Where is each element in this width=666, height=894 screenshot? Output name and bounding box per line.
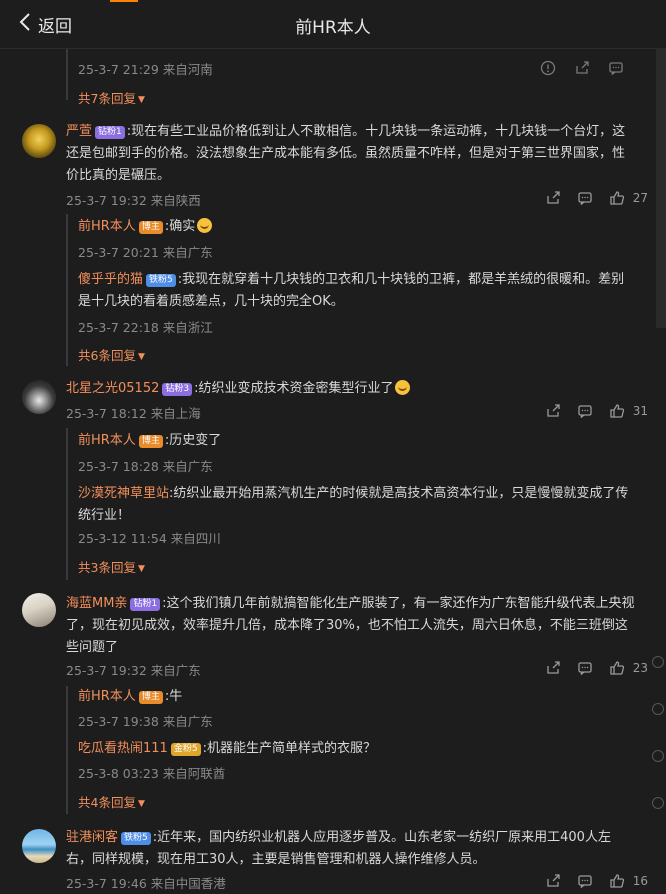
- comment-text: 海蓝MM亲 钻粉1:这个我们镇几年前就搞智能化生产服装了，有一家还作为广东智能升级…: [66, 596, 635, 655]
- fan-badge: 铁粉5: [121, 832, 151, 845]
- like-count: 16: [632, 874, 648, 888]
- comment-actions: 16: [545, 873, 648, 889]
- top-navigation-bar: 返回 前HR本人: [0, 0, 666, 49]
- reply-username[interactable]: 前HR本人: [78, 219, 136, 234]
- like-count: 23: [632, 661, 648, 675]
- fan-badge: 钻粉3: [162, 383, 193, 396]
- comment-icon[interactable]: [577, 660, 593, 676]
- reply-meta: 25-3-7 18:28 来自广东: [78, 459, 213, 474]
- comment-username[interactable]: 海蓝MM亲: [66, 596, 127, 611]
- comment-text: 严萱 钻粉1:现在有些工业品价格低到让人不敢相信。十几块钱一条运动裤，十几块钱一个…: [66, 121, 636, 187]
- share-icon[interactable]: [545, 873, 561, 889]
- reply-username[interactable]: 吃瓜看热闹111: [78, 741, 168, 756]
- avatar[interactable]: [22, 380, 56, 414]
- comment-meta: 25-3-7 18:12 来自上海: [66, 406, 201, 421]
- fan-badge: 金粉5: [170, 743, 201, 756]
- comment-username[interactable]: 驻港闲客: [66, 830, 118, 845]
- avatar[interactable]: [22, 829, 56, 863]
- comment-meta: 25-3-7 19:32 来自广东: [66, 663, 201, 678]
- comment-icon[interactable]: [608, 60, 624, 76]
- blogger-badge: 博主: [138, 691, 163, 704]
- share-icon[interactable]: [545, 190, 561, 206]
- comment-icon[interactable]: [577, 190, 593, 206]
- reply-text: 沙漠死神草里站:纺织业最开始用蒸汽机生产的时候就是高技术高资本行业，只是慢慢就变…: [78, 486, 629, 523]
- reply-text: 前HR本人 博主:历史变了: [78, 433, 222, 448]
- comment-body: :现在有些工业品价格低到让人不敢相信。十几块钱一条运动裤，十几块钱一个台灯，这还…: [66, 124, 626, 183]
- partial-reply-meta: 25-3-7 21:29 来自河南: [78, 62, 213, 77]
- like-button[interactable]: 27: [609, 190, 648, 206]
- more-replies-link[interactable]: 共6条回复 ▼: [78, 345, 145, 364]
- reply-username[interactable]: 前HR本人: [78, 433, 136, 448]
- comment-icon[interactable]: [577, 873, 593, 889]
- comment-meta: 25-3-7 19:46 来自中国香港: [66, 876, 226, 891]
- laugh-emoji-icon: [395, 380, 411, 395]
- like-button[interactable]: 23: [609, 660, 648, 676]
- share-icon[interactable]: [545, 403, 561, 419]
- like-button[interactable]: 16: [609, 873, 648, 889]
- avatar[interactable]: [22, 593, 56, 627]
- comment-icon[interactable]: [577, 403, 593, 419]
- reply-block: 前HR本人 博主:历史变了 25-3-7 18:28 来自广东 沙漠死神草里站:纺…: [66, 428, 634, 580]
- comment-meta: 25-3-7 19:32 来自陕西: [66, 193, 201, 208]
- comment-actions: 27: [545, 190, 648, 206]
- partial-reply-actions: [540, 60, 624, 76]
- report-icon[interactable]: [540, 60, 556, 76]
- reply-meta: 25-3-12 11:54 来自四川: [78, 531, 221, 546]
- comment-username[interactable]: 严萱: [66, 124, 92, 139]
- fan-badge: 钻粉1: [130, 598, 161, 611]
- blogger-badge: 博主: [138, 435, 163, 448]
- thumbs-up-icon: [609, 873, 625, 889]
- thumbs-up-icon: [609, 403, 625, 419]
- comment-text: 驻港闲客 铁粉5:近年来，国内纺织业机器人应用逐步普及。山东老家一纺织厂原来用工4…: [66, 830, 611, 867]
- more-replies-link[interactable]: 共3条回复 ▼: [78, 557, 145, 576]
- reply-block: 前HR本人 博主:确实 25-3-7 20:21 来自广东 傻乎乎的猫 铁粉5:我现…: [66, 214, 634, 366]
- comment-text: 北星之光05152 钻粉3:纺织业变成技术资金密集型行业了: [66, 378, 636, 400]
- reply-meta: 25-3-8 03:23 来自阿联酋: [78, 766, 226, 781]
- reply-username[interactable]: 傻乎乎的猫: [78, 272, 143, 287]
- share-icon[interactable]: [545, 660, 561, 676]
- comment-username[interactable]: 北星之光05152: [66, 381, 159, 396]
- reply-text: 前HR本人 博主:牛: [78, 689, 183, 704]
- like-side-icon[interactable]: [652, 750, 664, 762]
- comment-actions: 23: [545, 660, 648, 676]
- page-title: 前HR本人: [295, 18, 371, 38]
- more-replies-link[interactable]: 共7条回复 ▼: [78, 88, 145, 107]
- share-icon[interactable]: [574, 60, 590, 76]
- reply-text: 吃瓜看热闹111 金粉5:机器能生产简单样式的衣服？: [78, 741, 376, 756]
- like-count: 27: [632, 191, 648, 205]
- reply-username[interactable]: 前HR本人: [78, 689, 136, 704]
- reply-meta: 25-3-7 19:38 来自广东: [78, 714, 213, 729]
- scrollbar[interactable]: [656, 48, 666, 328]
- reply-meta: 25-3-7 22:18 来自浙江: [78, 320, 213, 335]
- fan-badge: 铁粉5: [146, 274, 176, 287]
- share-side-icon[interactable]: [652, 703, 664, 715]
- laugh-emoji-icon: [197, 218, 213, 233]
- accent-indicator: [110, 0, 138, 2]
- reply-block: 前HR本人 博主:牛 25-3-7 19:38 来自广东 吃瓜看热闹111 金粉5:…: [66, 686, 634, 814]
- refresh-icon[interactable]: [652, 656, 664, 668]
- fan-badge: 钻粉1: [95, 126, 125, 139]
- reply-text: 傻乎乎的猫 铁粉5:我现在就穿着十几块钱的卫衣和几十块钱的卫裤，都是羊羔绒的很暖和…: [78, 272, 625, 309]
- reply-username[interactable]: 沙漠死神草里站: [78, 486, 169, 501]
- avatar[interactable]: [22, 124, 56, 158]
- like-button[interactable]: 31: [609, 403, 648, 419]
- thumbs-up-icon: [609, 660, 625, 676]
- like-count: 31: [632, 404, 648, 418]
- thumbs-up-icon: [609, 190, 625, 206]
- reply-text: 前HR本人 博主:确实: [78, 216, 634, 238]
- more-replies-link[interactable]: 共4条回复 ▼: [78, 792, 145, 811]
- blogger-badge: 博主: [138, 221, 163, 234]
- reply-meta: 25-3-7 20:21 来自广东: [78, 245, 213, 260]
- comment-actions: 31: [545, 403, 648, 419]
- info-icon[interactable]: [652, 797, 664, 809]
